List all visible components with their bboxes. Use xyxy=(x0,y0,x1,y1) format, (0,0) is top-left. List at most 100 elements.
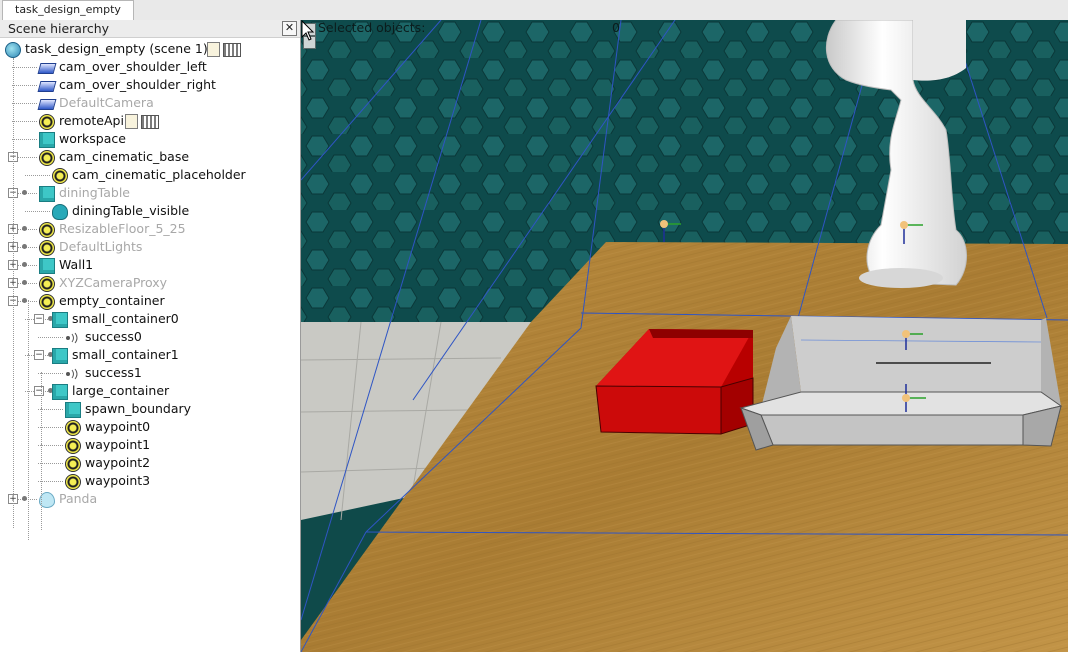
tree-item-label: diningTable xyxy=(59,185,130,200)
tree-connector xyxy=(12,103,37,104)
visibility-dot-icon[interactable] xyxy=(22,244,27,249)
tree-item-label: waypoint1 xyxy=(85,437,151,452)
tree-connector xyxy=(12,67,37,68)
collapse-icon[interactable]: − xyxy=(34,350,44,360)
tree-connector xyxy=(25,175,50,176)
tree-row-success0[interactable]: success0 xyxy=(0,328,298,346)
panel-header: Scene hierarchy ✕ xyxy=(0,20,300,38)
tree-row-waypoint2[interactable]: waypoint2 xyxy=(0,454,298,472)
visibility-dot-icon[interactable] xyxy=(22,496,27,501)
camera-icon xyxy=(37,63,57,74)
tree-row-diningtable-visible[interactable]: diningTable_visible xyxy=(0,202,298,220)
tree-row-cam-cinematic-base[interactable]: − cam_cinematic_base xyxy=(0,148,298,166)
tree-connector xyxy=(38,337,63,338)
tree-row-cam-cinematic-placeholder[interactable]: cam_cinematic_placeholder xyxy=(0,166,298,184)
proximity-sensor-icon xyxy=(65,367,81,380)
tree-item-label: task_design_empty (scene 1) xyxy=(25,41,208,56)
tree-item-label: cam_over_shoulder_right xyxy=(59,77,216,92)
tree-item-label: waypoint0 xyxy=(85,419,151,434)
cuboid-icon xyxy=(52,384,68,400)
tree-row-empty-container[interactable]: − empty_container xyxy=(0,292,298,310)
script-icon[interactable] xyxy=(207,42,220,57)
tree-item-label: Wall1 xyxy=(59,257,94,272)
customization-script-icon[interactable] xyxy=(141,115,159,129)
visibility-dot-icon[interactable] xyxy=(22,190,27,195)
close-icon[interactable]: ✕ xyxy=(282,21,297,36)
panel-title: Scene hierarchy xyxy=(8,21,110,36)
dummy-icon xyxy=(65,420,81,436)
tree-guide-line xyxy=(28,300,29,540)
tree-item-label: large_container xyxy=(72,383,170,398)
scene-viewport[interactable]: Selected objects: 0 xyxy=(301,20,1068,652)
tree-connector xyxy=(25,211,50,212)
cuboid-icon xyxy=(52,312,68,328)
tree-item-label: Panda xyxy=(59,491,98,506)
tree-item-label: small_container0 xyxy=(72,311,179,326)
tree-item-label: DefaultLights xyxy=(59,239,143,254)
tree-guide-line xyxy=(41,444,42,530)
tree-row-workspace[interactable]: workspace xyxy=(0,130,298,148)
tree-item-label: waypoint3 xyxy=(85,473,151,488)
cuboid-icon xyxy=(39,132,55,148)
dummy-icon xyxy=(39,294,55,310)
scene-globe-icon xyxy=(5,42,21,58)
tree-row-resizablefloor-5-25[interactable]: + ResizableFloor_5_25 xyxy=(0,220,298,238)
tree-item-label: ResizableFloor_5_25 xyxy=(59,221,186,236)
dummy-icon xyxy=(52,168,68,184)
selected-objects-count: 0 xyxy=(612,20,620,35)
camera-icon xyxy=(37,81,57,92)
tree-row-waypoint3[interactable]: waypoint3 xyxy=(0,472,298,490)
tree-row-spawn-boundary[interactable]: spawn_boundary xyxy=(0,400,298,418)
tree-guide-line xyxy=(41,372,42,412)
proximity-sensor-icon xyxy=(65,331,81,344)
dummy-icon xyxy=(39,276,55,292)
tree-row-wall1[interactable]: + Wall1 xyxy=(0,256,298,274)
cuboid-icon xyxy=(39,258,55,274)
tree-row-diningtable[interactable]: − diningTable xyxy=(0,184,298,202)
dummy-icon xyxy=(39,222,55,238)
dummy-icon xyxy=(39,114,55,130)
customization-script-icon[interactable] xyxy=(223,43,241,57)
visibility-dot-icon[interactable] xyxy=(22,298,27,303)
tree-row-waypoint0[interactable]: waypoint0 xyxy=(0,418,298,436)
tree-item-label: empty_container xyxy=(59,293,165,308)
visibility-dot-icon[interactable] xyxy=(22,280,27,285)
tree-row-xyzcameraproxy[interactable]: + XYZCameraProxy xyxy=(0,274,298,292)
scene-hierarchy-panel: Scene hierarchy ✕ task_design_empty (sce… xyxy=(0,20,301,652)
tree-row-small-container0[interactable]: − small_container0 xyxy=(0,310,298,328)
script-icon[interactable] xyxy=(125,114,138,129)
tree-row-large-container[interactable]: − large_container xyxy=(0,382,298,400)
tree-item-label: cam_over_shoulder_left xyxy=(59,59,207,74)
dummy-icon xyxy=(65,474,81,490)
tree-connector xyxy=(12,85,37,86)
cuboid-icon xyxy=(65,402,81,418)
tree-row-waypoint1[interactable]: waypoint1 xyxy=(0,436,298,454)
dummy-icon xyxy=(65,456,81,472)
tree-item-label: workspace xyxy=(59,131,126,146)
tab-task-design-empty[interactable]: task_design_empty xyxy=(2,0,134,20)
tree-row-remoteapi[interactable]: remoteApi xyxy=(0,112,298,130)
tree-row-cam-over-shoulder-left[interactable]: cam_over_shoulder_left xyxy=(0,58,298,76)
cuboid-icon xyxy=(52,348,68,364)
tree-item-label: DefaultCamera xyxy=(59,95,154,110)
tree-guide-line xyxy=(41,408,42,448)
tree-connector xyxy=(12,121,37,122)
tree-row-defaultcamera[interactable]: DefaultCamera xyxy=(0,94,298,112)
collapse-icon[interactable]: − xyxy=(34,386,44,396)
visibility-dot-icon[interactable] xyxy=(22,226,27,231)
collapse-icon[interactable]: − xyxy=(34,314,44,324)
tree-row-cam-over-shoulder-right[interactable]: cam_over_shoulder_right xyxy=(0,76,298,94)
tree-item-label: success1 xyxy=(85,365,142,380)
tree-item-label: spawn_boundary xyxy=(85,401,192,416)
tree-root-row[interactable]: task_design_empty (scene 1) xyxy=(0,40,298,58)
tree-row-small-container1[interactable]: − small_container1 xyxy=(0,346,298,364)
tree-guide-line xyxy=(13,58,14,528)
tree-row-panda[interactable]: + Panda xyxy=(0,490,298,508)
mouse-cursor-icon xyxy=(301,20,315,41)
tree-row-success1[interactable]: success1 xyxy=(0,364,298,382)
tree-row-defaultlights[interactable]: + DefaultLights xyxy=(0,238,298,256)
camera-icon xyxy=(37,99,57,110)
tree-item-label: small_container1 xyxy=(72,347,179,362)
dummy-icon xyxy=(65,438,81,454)
visibility-dot-icon[interactable] xyxy=(22,262,27,267)
